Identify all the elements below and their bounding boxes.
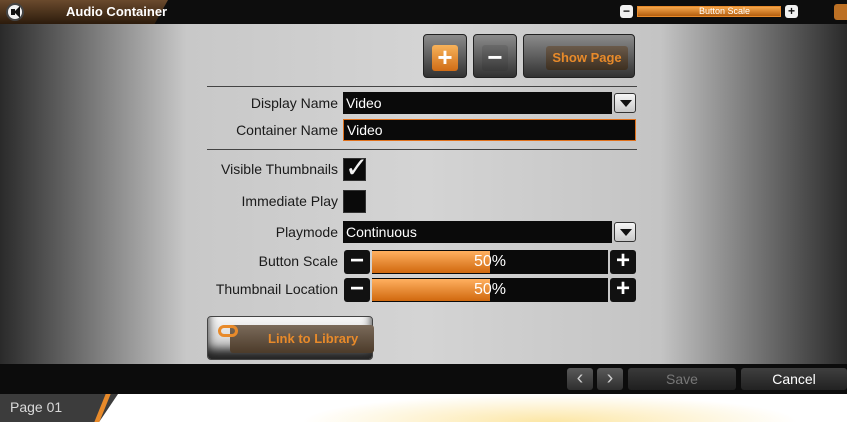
minus-icon[interactable]: −: [344, 249, 370, 274]
visible-thumbnails-label: Visible Thumbnails: [221, 161, 338, 177]
immediate-play-checkbox[interactable]: [343, 190, 366, 213]
show-page-label: Show Page: [546, 46, 628, 70]
speaker-icon: [6, 3, 24, 21]
plus-icon[interactable]: +: [610, 249, 636, 274]
chevron-down-icon[interactable]: [614, 222, 636, 242]
plus-icon[interactable]: +: [610, 277, 636, 302]
mini-scale-plus-icon[interactable]: +: [785, 5, 798, 18]
mini-scale-minus-icon[interactable]: −: [620, 5, 633, 18]
visible-thumbnails-row: Visible Thumbnails ✓: [0, 152, 847, 183]
add-button[interactable]: +: [423, 34, 467, 78]
mini-button-scale[interactable]: − Button Scale +: [620, 5, 798, 19]
container-name-row: Container Name Video: [0, 119, 847, 143]
display-name-row: Display Name Video: [0, 92, 847, 116]
save-button[interactable]: Save: [628, 368, 736, 390]
main-panel: + − Show Page Display Name Video Contain…: [0, 24, 847, 364]
plus-icon: +: [432, 44, 458, 71]
visible-thumbnails-checkbox[interactable]: ✓: [343, 152, 368, 183]
slider-value: 50%: [473, 253, 507, 270]
remove-button[interactable]: −: [473, 34, 517, 78]
button-scale-slider[interactable]: 50%: [372, 250, 608, 274]
prev-arrow-icon[interactable]: ‹: [567, 368, 593, 390]
window-title: Audio Container: [66, 4, 168, 19]
bottom-bar: ‹ › Save Cancel: [0, 364, 847, 394]
minus-icon: −: [482, 44, 508, 71]
display-name-label: Display Name: [250, 95, 338, 111]
link-icon: [218, 325, 238, 337]
playmode-label: Playmode: [275, 224, 338, 240]
divider-top: [207, 86, 637, 87]
button-scale-label: Button Scale: [258, 253, 338, 269]
chevron-down-icon[interactable]: [614, 93, 636, 113]
divider-middle: [207, 149, 637, 150]
checkmark-icon: ✓: [345, 152, 369, 183]
immediate-play-row: Immediate Play: [0, 190, 847, 214]
page-label: Page 01: [10, 399, 63, 415]
minus-icon[interactable]: −: [344, 277, 370, 302]
container-name-field[interactable]: Video: [343, 119, 636, 141]
container-name-label: Container Name: [236, 122, 338, 138]
thumbnail-location-row: Thumbnail Location − 50% +: [0, 277, 847, 302]
playmode-select[interactable]: Continuous: [343, 221, 612, 243]
link-to-library-button[interactable]: Link to Library: [207, 316, 374, 360]
titlebar-stub: [834, 4, 847, 20]
display-name-select[interactable]: Video: [343, 92, 612, 114]
mini-scale-bar[interactable]: Button Scale: [637, 6, 781, 17]
immediate-play-label: Immediate Play: [241, 193, 338, 209]
next-arrow-icon[interactable]: ›: [597, 368, 623, 390]
footer: Page 01: [0, 394, 847, 422]
playmode-row: Playmode Continuous: [0, 221, 847, 245]
link-to-library-label: Link to Library: [230, 325, 374, 353]
cancel-button[interactable]: Cancel: [741, 368, 847, 390]
thumbnail-location-slider[interactable]: 50%: [372, 278, 608, 302]
footer-glow: [300, 394, 800, 422]
show-page-button[interactable]: Show Page: [523, 34, 635, 78]
button-scale-row: Button Scale − 50% +: [0, 249, 847, 274]
title-bar: Audio Container − Button Scale +: [0, 0, 847, 24]
thumbnail-location-label: Thumbnail Location: [215, 281, 338, 297]
slider-value: 50%: [473, 281, 507, 298]
